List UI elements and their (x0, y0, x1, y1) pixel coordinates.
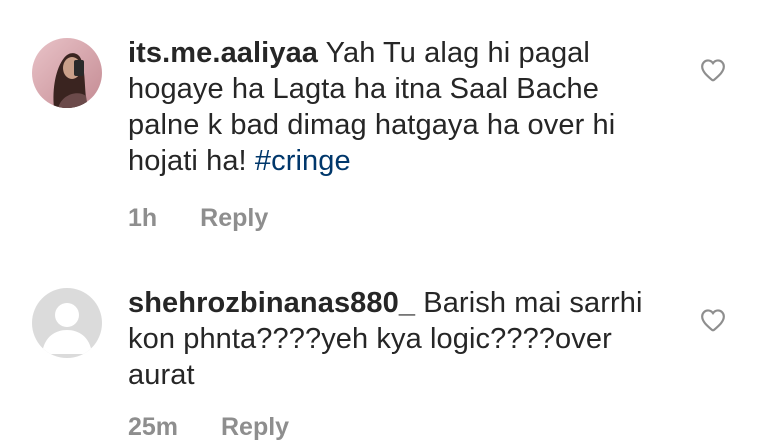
comment-item: its.me.aaliyaa Yah Tu alag hi pagal hoga… (0, 0, 768, 240)
heart-outline-icon[interactable] (700, 308, 726, 332)
default-avatar-icon (32, 288, 102, 358)
reply-button[interactable]: Reply (200, 204, 268, 232)
comment-timestamp: 1h (128, 204, 158, 232)
comment-username[interactable]: shehrozbinanas880_ (128, 287, 415, 319)
comment-meta: 1h Reply (128, 203, 268, 233)
user-avatar[interactable] (32, 38, 102, 108)
comment-username[interactable]: its.me.aaliyaa (128, 37, 318, 69)
comment-text: shehrozbinanas880_ Barish mai sarrhi kon… (128, 285, 668, 393)
reply-button[interactable]: Reply (221, 413, 289, 441)
comment-hashtag[interactable]: #cringe (255, 145, 351, 177)
comment-text: its.me.aaliyaa Yah Tu alag hi pagal hoga… (128, 35, 668, 179)
heart-outline-icon[interactable] (700, 58, 726, 82)
comment-timestamp: 25m (128, 413, 179, 441)
comment-meta: 25m Reply (128, 412, 289, 442)
user-photo-avatar-icon (32, 38, 102, 108)
user-avatar[interactable] (32, 288, 102, 358)
comment-item: shehrozbinanas880_ Barish mai sarrhi kon… (0, 240, 768, 443)
